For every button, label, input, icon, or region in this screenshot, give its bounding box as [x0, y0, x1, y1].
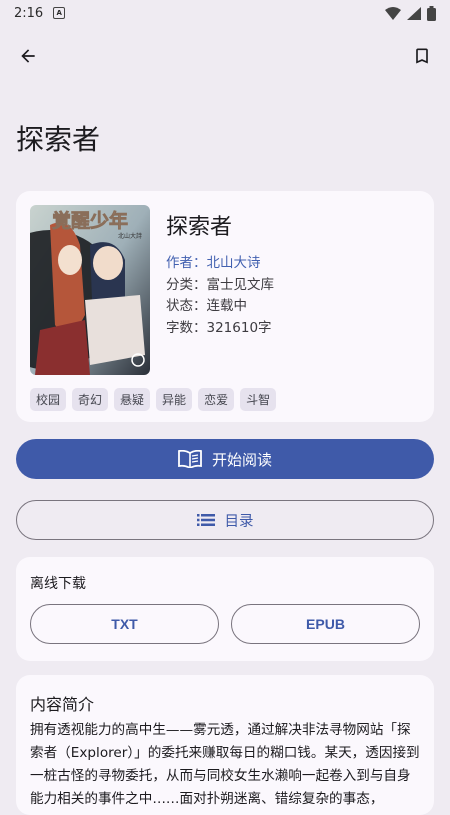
toc-label: 目录: [224, 513, 254, 530]
top-app-bar: [0, 36, 450, 76]
list-icon: [196, 514, 215, 526]
book-word-count: 字数：321610字: [166, 319, 272, 336]
tag-list: 校园 奇幻 悬疑 异能 恋爱 斗智: [30, 388, 277, 411]
book-status: 状态：连载中: [166, 298, 247, 314]
battery-icon: [427, 5, 436, 21]
book-category: 分类：富士见文库: [166, 276, 274, 293]
page-title: 探索者: [16, 123, 101, 156]
tag-chip[interactable]: 奇幻: [72, 388, 109, 411]
cover-title-text: 覚醒少年: [52, 209, 128, 232]
tag-chip[interactable]: 异能: [156, 388, 193, 411]
synopsis-title: 内容简介: [30, 695, 95, 714]
book-details: 探索者 作者：北山大诗 分类：富士见文库 状态：连载中 字数：321610字: [166, 209, 424, 339]
start-reading-label: 开始阅读: [211, 450, 272, 469]
start-reading-button[interactable]: 开始阅读: [16, 439, 434, 479]
download-epub-button[interactable]: EPUB: [231, 604, 420, 644]
tag-chip[interactable]: 校园: [30, 388, 67, 411]
bookmark-icon: [416, 48, 428, 64]
arrow-back-icon: [21, 49, 35, 63]
synopsis-card: 内容简介 拥有透视能力的高中生——雾元透，通过解决非法寻物网站「探索者（Expl…: [16, 675, 434, 815]
download-section-title: 离线下载: [30, 576, 86, 592]
wifi-icon: [385, 6, 401, 20]
status-bar: 2:16 A: [0, 0, 450, 26]
tag-chip[interactable]: 斗智: [240, 388, 277, 411]
bookmark-button[interactable]: [402, 36, 442, 76]
book-author[interactable]: 作者：北山大诗: [166, 253, 424, 275]
tag-chip[interactable]: 悬疑: [114, 388, 151, 411]
download-txt-button[interactable]: TXT: [30, 604, 219, 644]
book-cover-image[interactable]: 覚醒少年 北山大詩: [30, 205, 150, 375]
synopsis-text: 拥有透视能力的高中生——雾元透，通过解决非法寻物网站「探索者（Explorer）…: [30, 722, 420, 807]
status-time: 2:16: [14, 5, 44, 21]
cover-author-text: 北山大詩: [118, 232, 142, 240]
book-title: 探索者: [166, 215, 233, 240]
cell-signal-icon: [407, 6, 421, 20]
table-of-contents-button[interactable]: 目录: [16, 500, 434, 540]
sim-card-icon: A: [53, 7, 66, 19]
open-book-icon: [178, 450, 202, 468]
offline-download-card: 离线下载 TXT EPUB: [16, 557, 434, 661]
back-button[interactable]: [8, 36, 48, 76]
book-info-card: 覚醒少年 北山大詩 探索者 作者：北山大诗 分类：富士见文库 状态：连载中 字数…: [16, 191, 434, 422]
tag-chip[interactable]: 恋爱: [198, 388, 235, 411]
